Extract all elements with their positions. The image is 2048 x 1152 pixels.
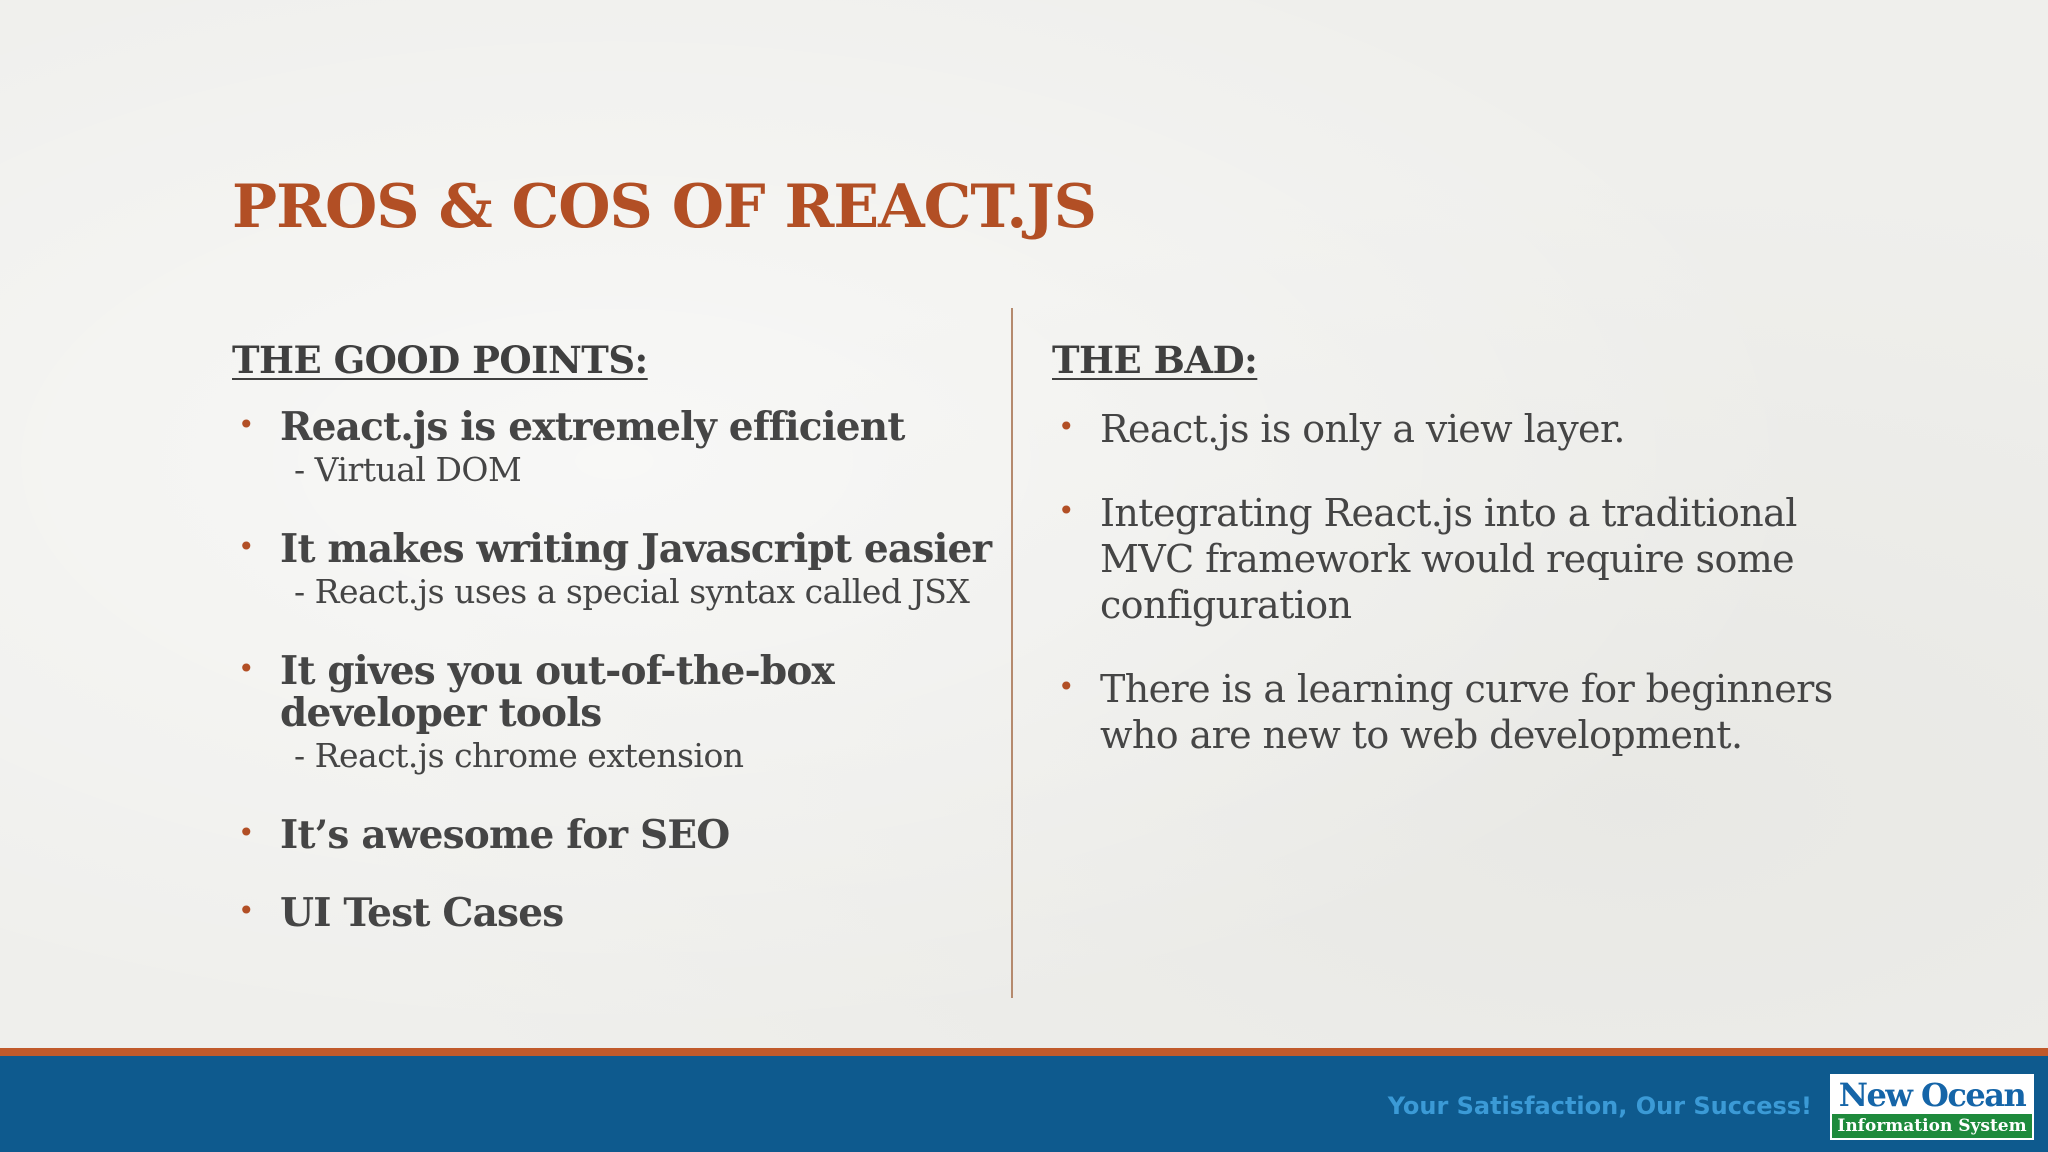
bad-points-list: • React.js is only a view layer. • Integ…: [1052, 406, 1833, 758]
bad-points-heading: THE BAD:: [1052, 338, 1258, 382]
list-item: • It’s awesome for SEO: [232, 814, 1012, 856]
good-point-subtext: - React.js uses a special syntax called …: [294, 572, 970, 611]
list-item: • It makes writing Javascript easier - R…: [232, 528, 1012, 614]
good-points-list: • React.js is extremely efficient - Virt…: [232, 406, 1012, 934]
bad-point-text: Integrating React.js into a traditional …: [1100, 491, 1797, 627]
good-point-text: React.js is extremely efficient: [280, 404, 905, 450]
good-points-column: THE GOOD POINTS: • React.js is extremely…: [232, 338, 1012, 970]
column-divider: [1011, 308, 1013, 998]
bad-point-text: React.js is only a view layer.: [1100, 407, 1625, 451]
bad-points-column: THE BAD: • React.js is only a view layer…: [1052, 338, 1833, 796]
footer-accent-stripe: [0, 1048, 2048, 1056]
bullet-icon: •: [1058, 670, 1075, 703]
good-point-text: It gives you out-of-the-box developer to…: [280, 648, 835, 736]
company-logo: New Ocean Information System: [1830, 1074, 2034, 1140]
list-item: • It gives you out-of-the-box developer …: [232, 650, 1012, 778]
good-point-subtext: - React.js chrome extension: [294, 736, 744, 775]
logo-subtitle: Information System: [1832, 1114, 2032, 1138]
bad-point-text: There is a learning curve for beginners …: [1100, 667, 1833, 757]
logo-name: New Ocean: [1838, 1076, 2027, 1114]
bullet-icon: •: [238, 652, 255, 685]
list-item: • React.js is only a view layer.: [1052, 406, 1832, 452]
bullet-icon: •: [1058, 494, 1075, 527]
good-point-text: It makes writing Javascript easier: [280, 526, 992, 572]
bullet-icon: •: [238, 408, 255, 441]
list-item: • React.js is extremely efficient - Virt…: [232, 406, 1012, 492]
list-item: • Integrating React.js into a traditiona…: [1052, 490, 1832, 628]
bullet-icon: •: [238, 816, 255, 849]
good-point-text: UI Test Cases: [280, 890, 564, 936]
footer-tagline: Your Satisfaction, Our Success!: [1387, 1092, 1812, 1120]
bullet-icon: •: [238, 530, 255, 563]
bullet-icon: •: [1058, 410, 1075, 443]
list-item: • There is a learning curve for beginner…: [1052, 666, 1833, 758]
good-point-text: It’s awesome for SEO: [280, 812, 730, 858]
good-points-heading: THE GOOD POINTS:: [232, 338, 648, 382]
list-item: • UI Test Cases: [232, 892, 1012, 934]
bullet-icon: •: [238, 894, 255, 927]
slide-title: PROS & COS OF REACT.JS: [232, 172, 1097, 242]
good-point-subtext: - Virtual DOM: [294, 450, 522, 489]
